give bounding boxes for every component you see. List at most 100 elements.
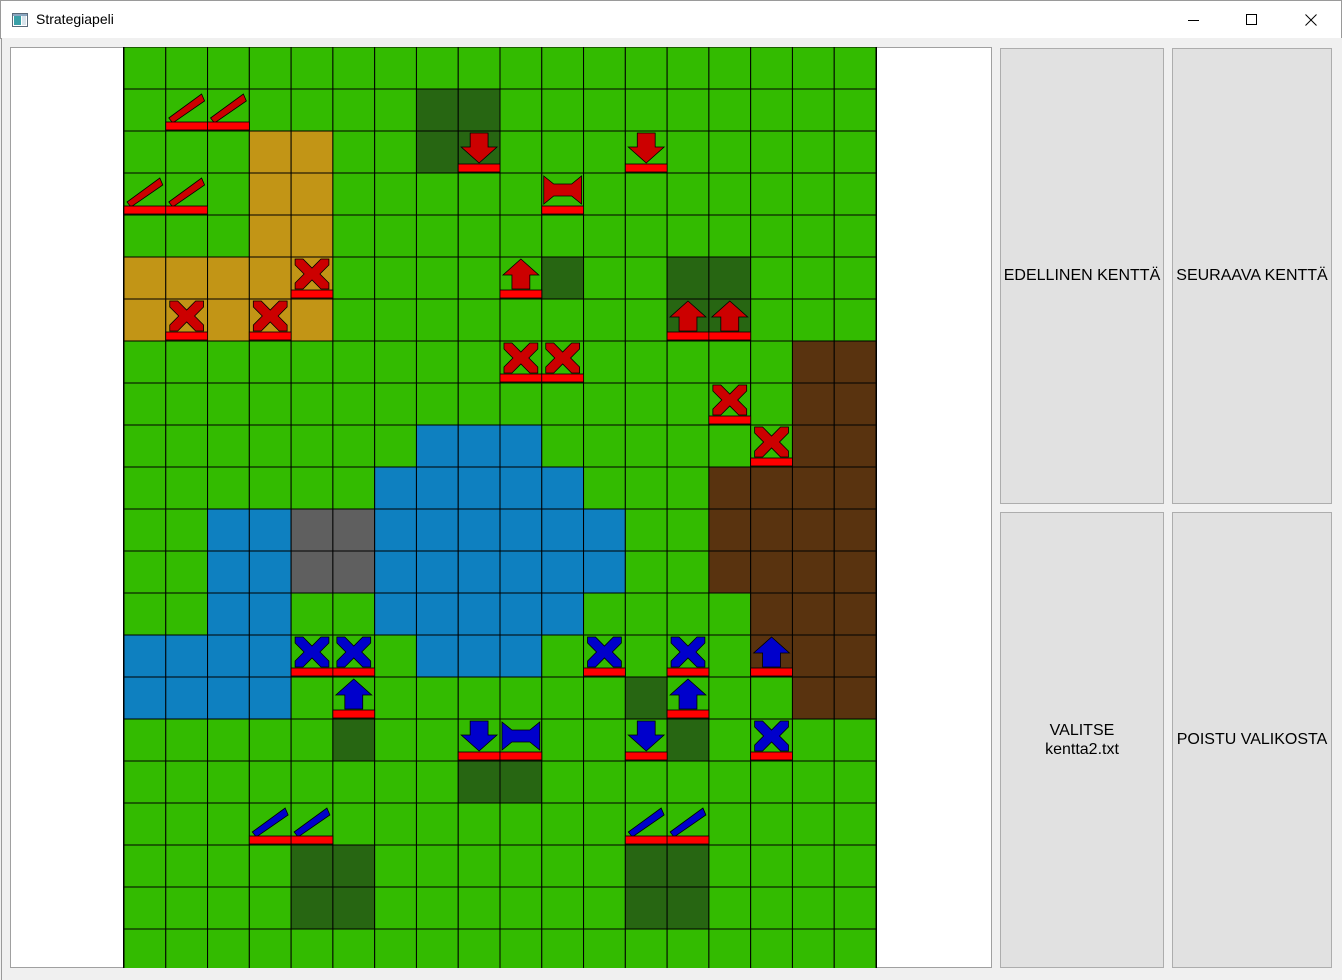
map-tile-forest[interactable] (624, 886, 668, 930)
map-tile-grass[interactable] (499, 214, 543, 258)
map-tile-grass[interactable] (624, 424, 668, 468)
map-tile-grass[interactable] (624, 298, 668, 342)
map-tile-water[interactable] (415, 424, 459, 468)
map-tile-grass[interactable] (583, 340, 626, 384)
map-tile-grass[interactable] (248, 466, 292, 510)
map-tile-grass[interactable] (499, 676, 543, 720)
map-tile-sand[interactable] (248, 256, 292, 300)
map-tile-grass[interactable] (457, 298, 501, 342)
map-tile-grass[interactable] (666, 466, 710, 510)
map-tile-grass[interactable] (165, 760, 209, 804)
map-tile-water[interactable] (499, 592, 543, 636)
map-tile-grass[interactable] (165, 130, 209, 174)
map-tile-grass[interactable] (165, 592, 209, 636)
map-tile-grass[interactable] (833, 172, 876, 216)
map-tile-grass[interactable] (499, 802, 543, 846)
map-tile-mud[interactable] (750, 466, 793, 510)
map-tile-mud[interactable] (791, 340, 835, 384)
map-tile-grass[interactable] (750, 172, 793, 216)
map-tile-grass[interactable] (332, 760, 376, 804)
map-tile-sand[interactable] (290, 298, 334, 342)
map-tile-grass[interactable] (248, 47, 292, 90)
map-tile-grass[interactable] (248, 382, 292, 426)
map-tile-water[interactable] (124, 676, 167, 720)
map-tile-grass[interactable] (290, 424, 334, 468)
map-tile-grass[interactable] (332, 382, 376, 426)
map-tile-grass[interactable] (415, 172, 459, 216)
map-tile-rock[interactable] (332, 508, 376, 552)
map-tile-grass[interactable] (290, 676, 334, 720)
map-tile-grass[interactable] (415, 298, 459, 342)
map-tile-grass[interactable] (415, 214, 459, 258)
map-tile-sand[interactable] (290, 214, 334, 258)
map-tile-grass[interactable] (415, 886, 459, 930)
map-tile-grass[interactable] (207, 214, 250, 258)
map-tile-grass[interactable] (708, 760, 752, 804)
map-tile-water[interactable] (415, 550, 459, 594)
map-tile-grass[interactable] (708, 172, 752, 216)
map-tile-grass[interactable] (165, 466, 209, 510)
map-tile-grass[interactable] (124, 886, 167, 930)
map-tile-grass[interactable] (499, 844, 543, 888)
map-tile-grass[interactable] (374, 928, 417, 968)
map-tile-grass[interactable] (124, 424, 167, 468)
map-tile-grass[interactable] (457, 47, 501, 90)
map-tile-grass[interactable] (207, 928, 250, 968)
map-tile-grass[interactable] (583, 424, 626, 468)
map-tile-grass[interactable] (374, 802, 417, 846)
map-tile-grass[interactable] (165, 886, 209, 930)
map-tile-grass[interactable] (708, 718, 752, 762)
map-tile-grass[interactable] (750, 256, 793, 300)
map-tile-forest[interactable] (666, 844, 710, 888)
map-tile-forest[interactable] (666, 256, 710, 300)
map-tile-grass[interactable] (708, 928, 752, 968)
map-tile-grass[interactable] (583, 760, 626, 804)
map-tile-grass[interactable] (165, 340, 209, 384)
map-tile-mud[interactable] (833, 382, 876, 426)
map-tile-grass[interactable] (165, 508, 209, 552)
map-tile-grass[interactable] (332, 47, 376, 90)
map-tile-grass[interactable] (248, 928, 292, 968)
map-tile-grass[interactable] (457, 340, 501, 384)
map-tile-grass[interactable] (791, 130, 835, 174)
map-tile-mud[interactable] (791, 634, 835, 678)
map-tile-grass[interactable] (165, 214, 209, 258)
map-tile-grass[interactable] (332, 214, 376, 258)
map-tile-grass[interactable] (708, 802, 752, 846)
map-tile-grass[interactable] (791, 802, 835, 846)
map-tile-grass[interactable] (791, 760, 835, 804)
map-tile-grass[interactable] (750, 886, 793, 930)
map-tile-grass[interactable] (708, 340, 752, 384)
map-tile-grass[interactable] (332, 172, 376, 216)
map-tile-grass[interactable] (374, 760, 417, 804)
map-tile-grass[interactable] (750, 298, 793, 342)
map-tile-sand[interactable] (248, 172, 292, 216)
map-tile-rock[interactable] (290, 550, 334, 594)
map-tile-grass[interactable] (750, 844, 793, 888)
map-tile-water[interactable] (457, 466, 501, 510)
map-tile-grass[interactable] (124, 47, 167, 90)
map-tile-forest[interactable] (624, 676, 668, 720)
map-tile-grass[interactable] (750, 47, 793, 90)
map-tile-grass[interactable] (750, 214, 793, 258)
map-tile-grass[interactable] (124, 214, 167, 258)
map-tile-grass[interactable] (541, 424, 585, 468)
map-tile-forest[interactable] (666, 718, 710, 762)
map-tile-grass[interactable] (624, 214, 668, 258)
map-tile-water[interactable] (499, 634, 543, 678)
map-tile-grass[interactable] (290, 340, 334, 384)
map-tile-forest[interactable] (415, 130, 459, 174)
map-tile-grass[interactable] (207, 718, 250, 762)
map-tile-grass[interactable] (541, 88, 585, 132)
map-tile-grass[interactable] (248, 760, 292, 804)
map-tile-forest[interactable] (332, 844, 376, 888)
map-tile-grass[interactable] (708, 88, 752, 132)
map-tile-grass[interactable] (666, 424, 710, 468)
map-tile-grass[interactable] (124, 130, 167, 174)
map-tile-grass[interactable] (624, 88, 668, 132)
map-tile-mud[interactable] (833, 550, 876, 594)
map-tile-grass[interactable] (750, 88, 793, 132)
minimize-button[interactable] (1165, 1, 1223, 38)
map-tile-grass[interactable] (374, 298, 417, 342)
map-tile-grass[interactable] (791, 172, 835, 216)
